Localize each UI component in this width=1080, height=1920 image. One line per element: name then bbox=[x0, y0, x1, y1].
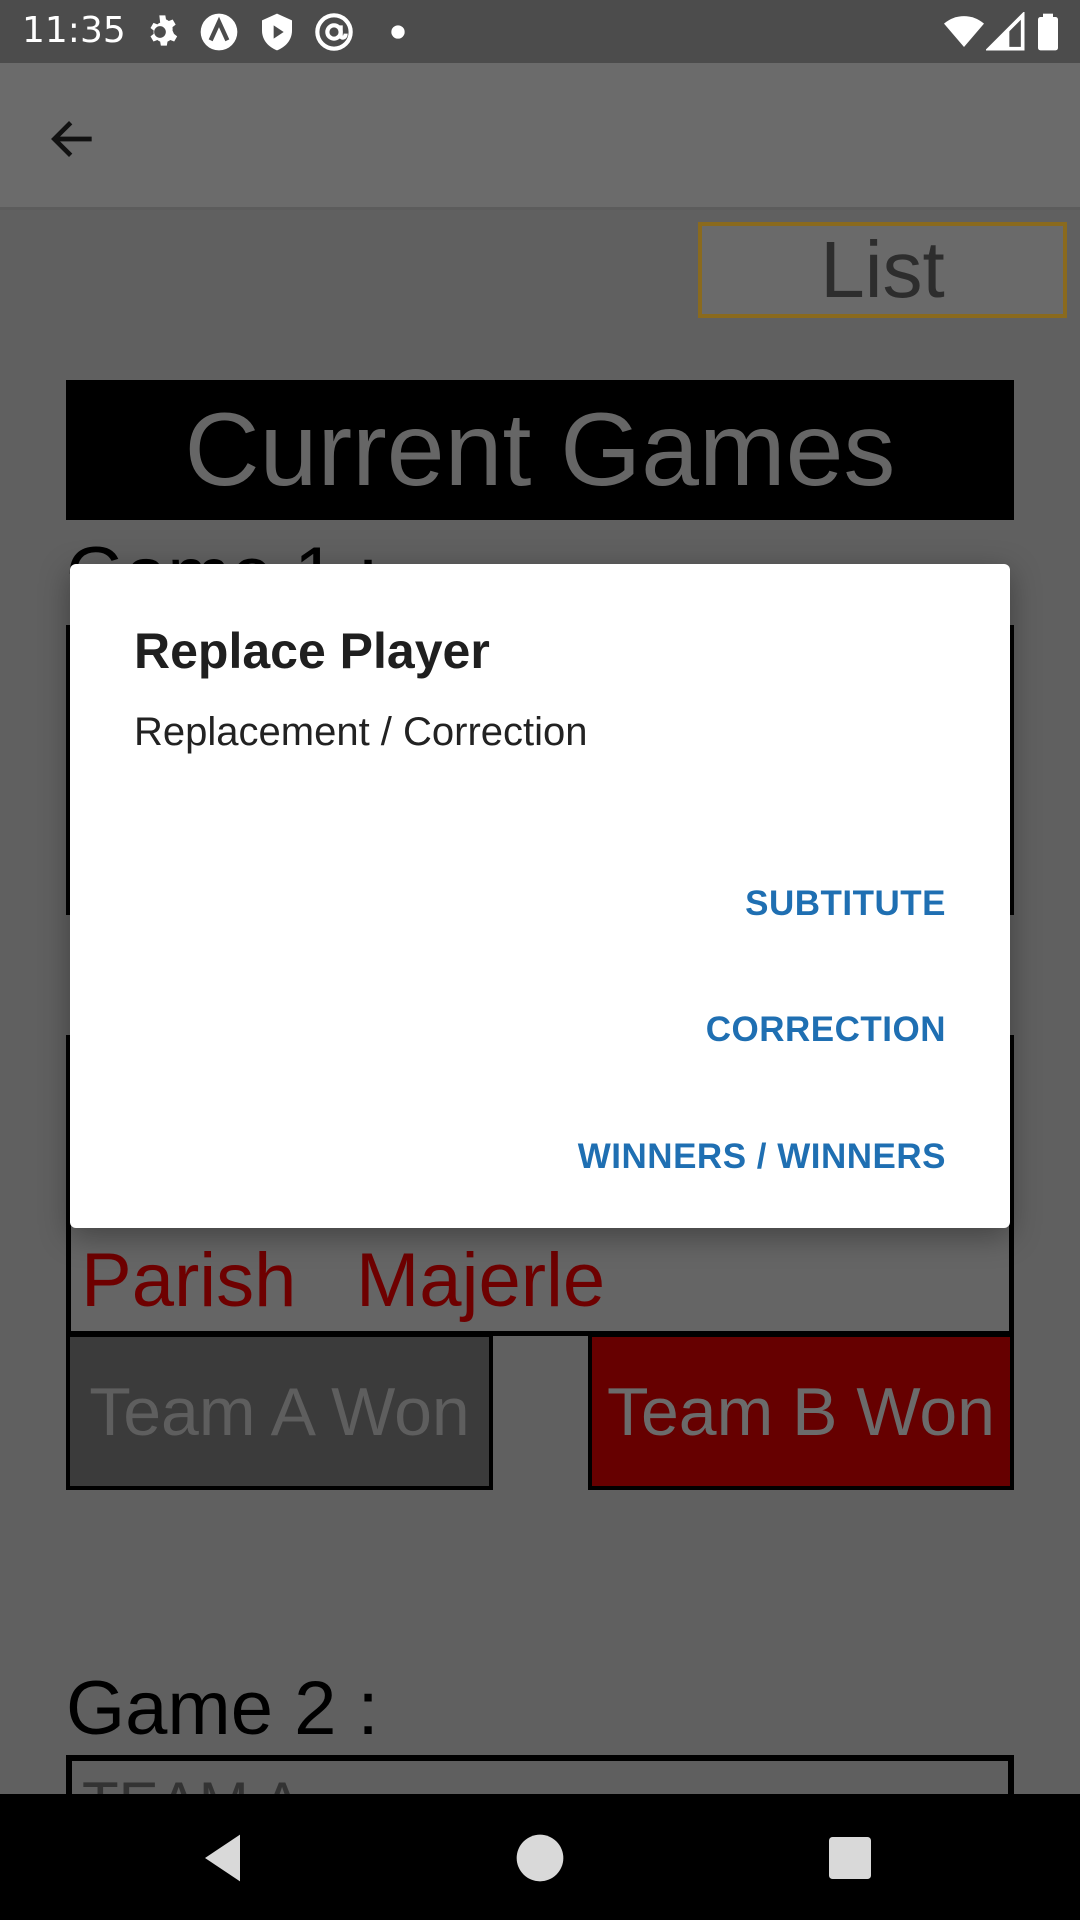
substitute-button[interactable]: SUBTITUTE bbox=[745, 884, 946, 924]
dialog-message: Replacement / Correction bbox=[134, 710, 588, 754]
winners-button[interactable]: WINNERS / WINNERS bbox=[578, 1137, 946, 1177]
game2-team-a-box: TEAM A bbox=[66, 1755, 1014, 1794]
current-games-header: Current Games bbox=[66, 380, 1014, 520]
battery-icon bbox=[1038, 13, 1058, 51]
shield-play-icon bbox=[262, 13, 292, 51]
at-sign-icon bbox=[315, 13, 353, 51]
player-name[interactable]: Majerle bbox=[356, 1237, 605, 1324]
dialog-title: Replace Player bbox=[134, 623, 490, 679]
gear-icon bbox=[150, 15, 178, 46]
status-time: 11:35 bbox=[22, 10, 126, 51]
signal-icon bbox=[986, 12, 1025, 51]
correction-button[interactable]: CORRECTION bbox=[706, 1010, 946, 1050]
status-bar: 11:35 bbox=[0, 0, 1080, 63]
list-button[interactable]: List bbox=[698, 222, 1067, 318]
a-circle-icon bbox=[200, 13, 238, 51]
back-triangle-icon[interactable] bbox=[198, 1830, 254, 1886]
replace-player-dialog: Replace Player Replacement / Correction … bbox=[70, 564, 1010, 1228]
player-name[interactable]: Parish bbox=[81, 1237, 296, 1324]
dot-icon bbox=[391, 25, 405, 39]
game2-team-label: TEAM A bbox=[82, 1769, 302, 1794]
team-b-players-row: Parish Majerle bbox=[66, 1218, 1014, 1336]
navigation-bar bbox=[0, 1794, 1080, 1920]
recents-square-icon[interactable] bbox=[822, 1830, 878, 1886]
team-a-won-button[interactable]: Team A Won bbox=[66, 1333, 493, 1490]
team-b-won-button[interactable]: Team B Won bbox=[588, 1333, 1014, 1490]
arrow-left-icon[interactable] bbox=[40, 111, 106, 167]
wifi-icon bbox=[944, 16, 984, 47]
game2-label: Game 2 : bbox=[66, 1666, 379, 1751]
app-bar bbox=[0, 63, 1080, 210]
home-circle-icon[interactable] bbox=[512, 1830, 568, 1886]
